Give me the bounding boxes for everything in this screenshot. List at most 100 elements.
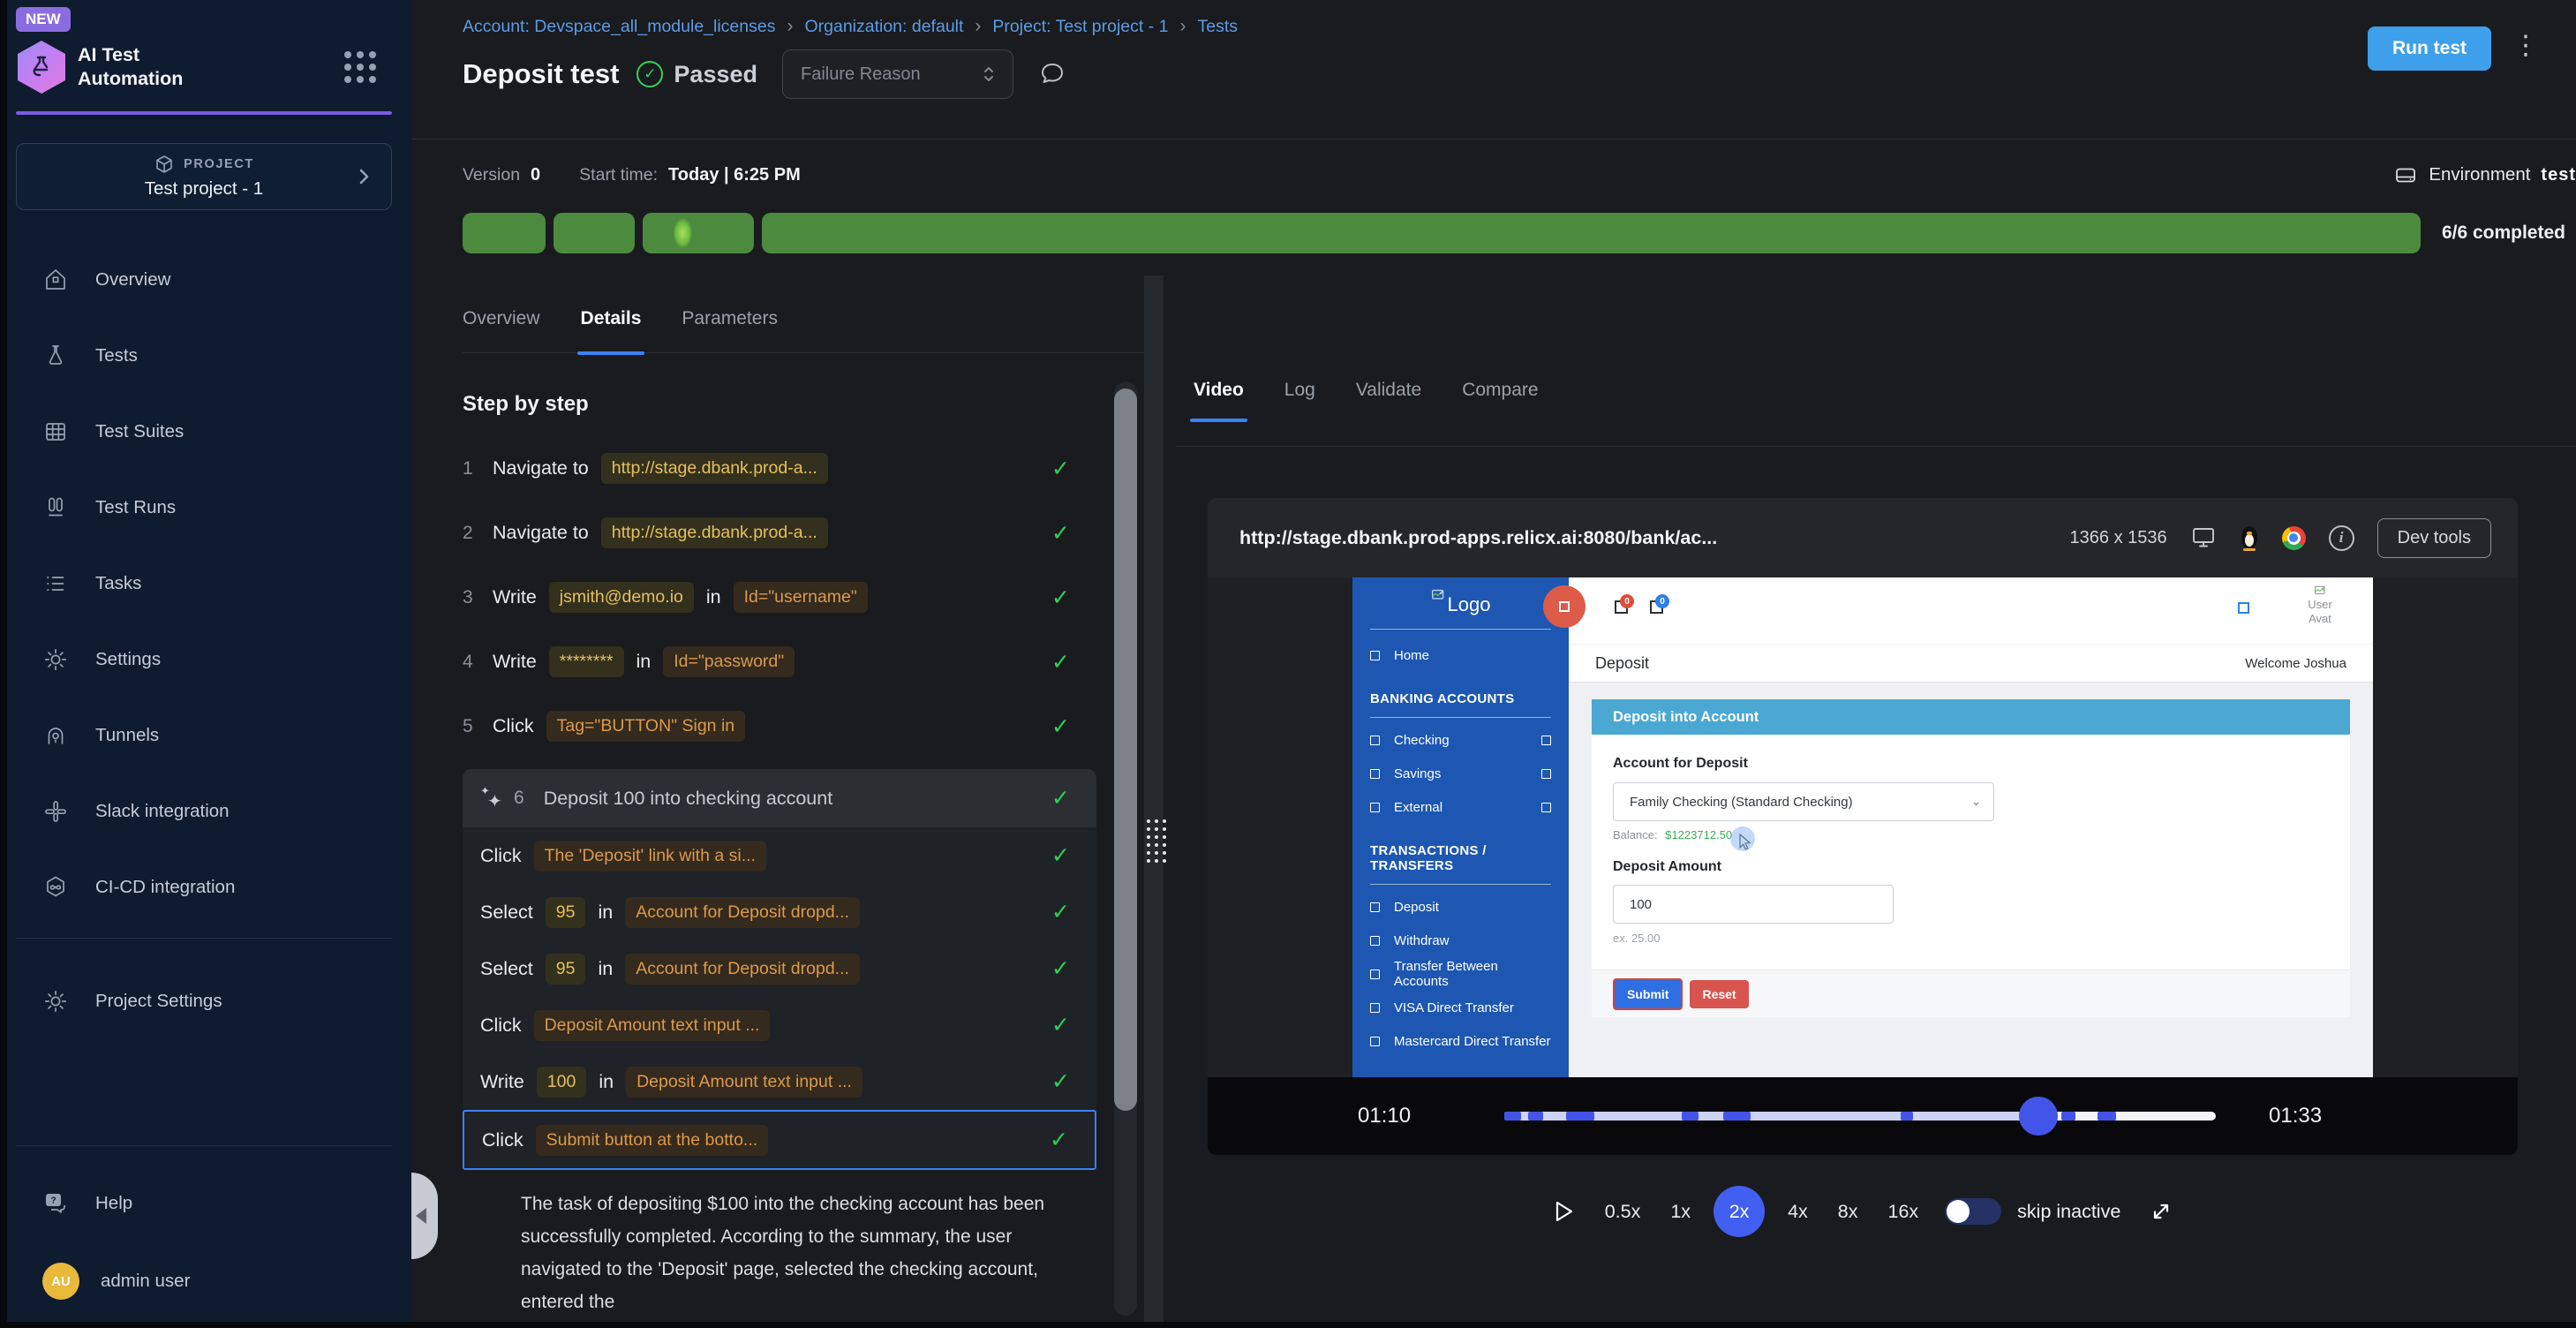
breadcrumb-tests[interactable]: Tests (1197, 17, 1238, 37)
scrollbar-thumb[interactable] (1114, 389, 1137, 1111)
substep-row-3[interactable]: Select 95 in Account for Deposit dropd..… (463, 940, 1096, 997)
video-resolution: 1366 x 1536 (2070, 528, 2167, 548)
breadcrumb-account[interactable]: Account: Devspace_all_module_licenses (463, 17, 775, 37)
sidebar-item-help[interactable]: ? Help (7, 1166, 411, 1241)
tab-compare[interactable]: Compare (1462, 380, 1538, 403)
apps-grid-icon[interactable] (344, 51, 376, 83)
substep-row-4[interactable]: Click Deposit Amount text input ... ✓ (463, 997, 1096, 1053)
sidebar-collapse-handle[interactable] (411, 1173, 438, 1259)
step-selector-chip[interactable]: Id="username" (734, 582, 868, 613)
breadcrumb-organization[interactable]: Organization: default (804, 17, 963, 37)
comment-bubble-icon[interactable] (1038, 60, 1066, 88)
tab-parameters[interactable]: Parameters (682, 308, 778, 331)
step-selector-chip[interactable]: Id="password" (663, 646, 795, 677)
submit-button[interactable]: Submit (1613, 978, 1683, 1010)
tab-log[interactable]: Log (1284, 380, 1315, 403)
speed-1x[interactable]: 1x (1670, 1201, 1691, 1223)
sidebar-item-slack-integration[interactable]: Slack integration (7, 773, 411, 849)
timeline-track[interactable] (1504, 1112, 2216, 1120)
bank-nav-external[interactable]: External (1352, 790, 1569, 824)
tab-validate[interactable]: Validate (1356, 380, 1421, 403)
play-icon[interactable] (1552, 1199, 1575, 1224)
notification-badge: 0 (1620, 594, 1634, 608)
deposit-amount-input[interactable]: 100 (1613, 885, 1894, 924)
step-value-chip[interactable]: 95 (546, 897, 586, 928)
timeline-thumb[interactable] (2019, 1097, 2058, 1136)
sidebar-item-label: Slack integration (95, 801, 230, 822)
window-icon[interactable]: 0 (1615, 600, 1628, 614)
substep-row-2[interactable]: Select 95 in Account for Deposit dropd..… (463, 884, 1096, 940)
bank-nav-transfer[interactable]: Transfer Between Accounts (1352, 957, 1569, 991)
sidebar-item-test-suites[interactable]: Test Suites (7, 394, 411, 470)
fullscreen-expand-icon[interactable] (2149, 1199, 2173, 1224)
balance-label: Balance: (1613, 828, 1658, 841)
speed-16x[interactable]: 16x (1888, 1201, 1919, 1223)
bank-nav-checking[interactable]: Checking (1352, 723, 1569, 757)
tab-overview[interactable]: Overview (463, 308, 540, 331)
reset-button[interactable]: Reset (1690, 980, 1748, 1008)
step-group-header[interactable]: ✦ ✦ 6 Deposit 100 into checking account … (463, 769, 1096, 827)
bank-nav-home[interactable]: Home (1352, 638, 1569, 672)
deposit-amount-hint: ex. 25.00 (1613, 932, 2329, 945)
step-row-3[interactable]: 3 Write jsmith@demo.io in Id="username" … (463, 565, 1096, 630)
bank-nav-withdraw[interactable]: Withdraw (1352, 924, 1569, 957)
project-switcher[interactable]: PROJECT Test project - 1 (16, 143, 392, 210)
blue-square-icon[interactable] (2238, 602, 2249, 614)
tab-video[interactable]: Video (1194, 380, 1244, 403)
kebab-menu-icon[interactable]: ⋮ (2512, 30, 2539, 61)
square-icon (1541, 769, 1551, 779)
speed-0.5x[interactable]: 0.5x (1605, 1201, 1641, 1223)
step-selector-chip[interactable]: The 'Deposit' link with a si... (534, 841, 766, 872)
step-value-chip[interactable]: ******** (549, 646, 624, 677)
sidebar-item-overview[interactable]: Overview (7, 242, 411, 318)
breadcrumb-project[interactable]: Project: Test project - 1 (992, 17, 1168, 37)
step-selector-chip[interactable]: Account for Deposit dropd... (625, 954, 860, 985)
info-icon[interactable]: i (2329, 525, 2354, 551)
step-row-2[interactable]: 2 Navigate to http://stage.dbank.prod-a.… (463, 501, 1096, 565)
sidebar-item-tests[interactable]: Tests (7, 318, 411, 394)
sidebar-item-cicd-integration[interactable]: CI-CD integration (7, 849, 411, 925)
sidebar-item-settings[interactable]: Settings (7, 622, 411, 698)
sidebar-item-test-runs[interactable]: Test Runs (7, 470, 411, 546)
user-avatar-broken-image[interactable]: User Avat (2294, 585, 2346, 638)
step-selector-chip[interactable]: Submit button at the botto... (536, 1125, 769, 1156)
substep-row-1[interactable]: Click The 'Deposit' link with a si... ✓ (463, 827, 1096, 884)
step-selector-chip[interactable]: Deposit Amount text input ... (534, 1010, 771, 1041)
sidebar-user[interactable]: AU admin user (7, 1241, 411, 1321)
step-selector-chip[interactable]: Deposit Amount text input ... (626, 1067, 862, 1098)
window-icon[interactable]: 0 (1650, 600, 1663, 614)
step-selector-chip[interactable]: Tag="BUTTON" Sign in (546, 711, 746, 742)
step-action: Write (493, 586, 537, 608)
step-value-chip[interactable]: 100 (537, 1067, 587, 1098)
speed-4x[interactable]: 4x (1788, 1201, 1808, 1223)
speed-8x[interactable]: 8x (1838, 1201, 1858, 1223)
step-value-chip[interactable]: http://stage.dbank.prod-a... (601, 453, 828, 484)
failure-reason-select[interactable]: Failure Reason (782, 49, 1013, 99)
substep-row-6-selected[interactable]: Click Submit button at the botto... ✓ (463, 1110, 1096, 1170)
bank-nav-deposit[interactable]: Deposit (1352, 890, 1569, 924)
tab-details[interactable]: Details (581, 308, 642, 331)
bank-nav-mastercard[interactable]: Mastercard Direct Transfer (1352, 1024, 1569, 1058)
step-value-chip[interactable]: jsmith@demo.io (549, 582, 694, 613)
substep-row-5[interactable]: Write 100 in Deposit Amount text input .… (463, 1053, 1096, 1110)
bank-nav-savings[interactable]: Savings (1352, 757, 1569, 790)
account-for-deposit-select[interactable]: Family Checking (Standard Checking) ⌄ (1613, 782, 1994, 821)
dev-tools-button[interactable]: Dev tools (2377, 518, 2491, 558)
sidebar-item-tasks[interactable]: Tasks (7, 546, 411, 622)
step-value-chip[interactable]: http://stage.dbank.prod-a... (601, 517, 828, 548)
panel-resize-divider[interactable] (1144, 275, 1164, 1328)
skip-inactive-toggle[interactable] (1945, 1198, 2001, 1225)
drag-handle-icon[interactable] (1147, 819, 1166, 863)
bank-nav-visa[interactable]: VISA Direct Transfer (1352, 991, 1569, 1024)
step-value-chip[interactable]: 95 (546, 954, 586, 985)
step-selector-chip[interactable]: Account for Deposit dropd... (625, 897, 860, 928)
step-row-4[interactable]: 4 Write ******** in Id="password" ✓ (463, 630, 1096, 694)
run-test-button[interactable]: Run test (2368, 26, 2491, 71)
steps-scrollbar[interactable] (1114, 381, 1137, 1316)
step-row-1[interactable]: 1 Navigate to http://stage.dbank.prod-a.… (463, 436, 1096, 501)
sidebar-item-tunnels[interactable]: Tunnels (7, 698, 411, 773)
sidebar-item-project-settings[interactable]: Project Settings (7, 963, 411, 1039)
step-row-5[interactable]: 5 Click Tag="BUTTON" Sign in ✓ (463, 694, 1096, 758)
speed-2x-active[interactable]: 2x (1714, 1186, 1765, 1237)
chevron-down-icon: ⌄ (1971, 795, 1981, 809)
